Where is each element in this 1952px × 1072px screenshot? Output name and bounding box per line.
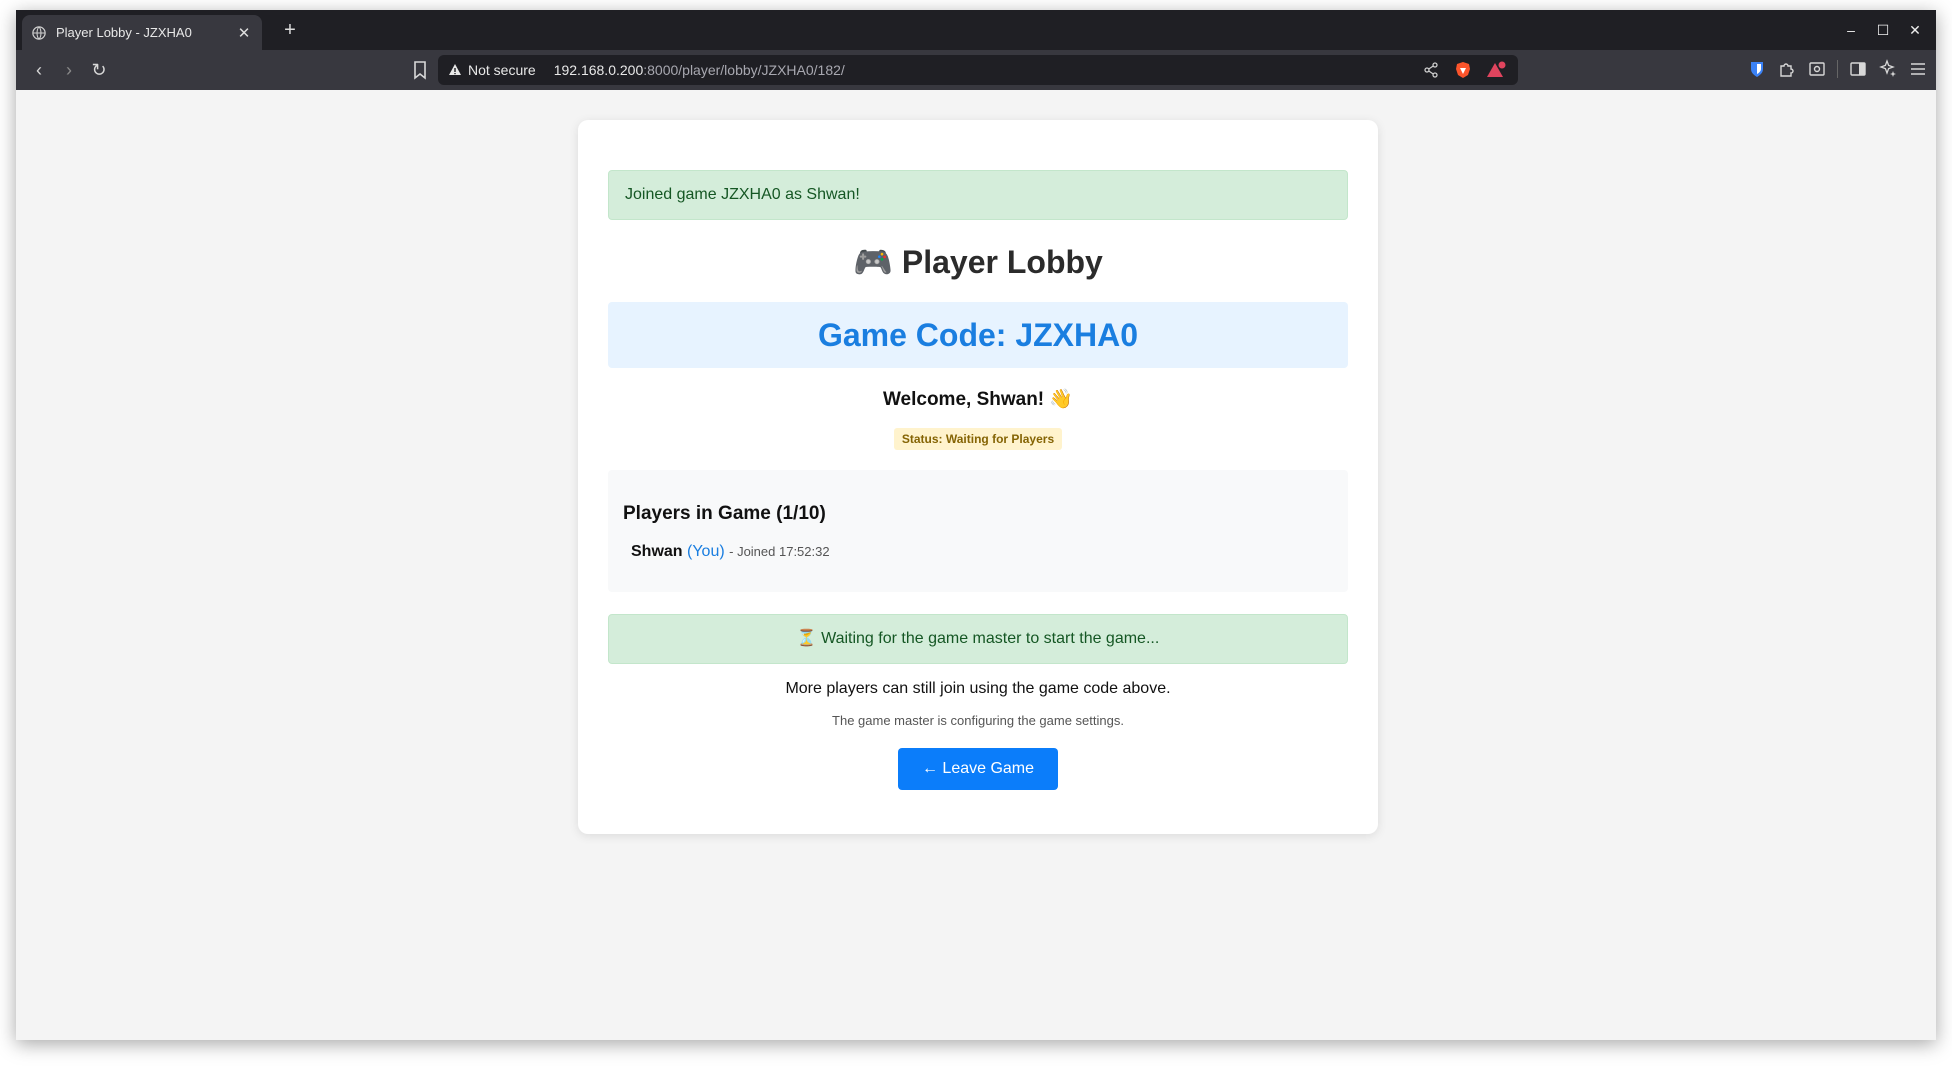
brave-rewards-icon[interactable] — [1486, 61, 1508, 79]
players-panel: Players in Game (1/10) Shwan (You) - Joi… — [608, 470, 1348, 592]
page-title: 🎮 Player Lobby — [853, 244, 1103, 280]
game-code-box: Game Code: JZXHA0 — [608, 302, 1348, 368]
lobby-card: Joined game JZXHA0 as Shwan! 🎮 Player Lo… — [578, 120, 1378, 834]
warning-icon — [449, 64, 461, 75]
players-heading: Players in Game (1/10) — [623, 503, 826, 524]
browser-toolbar: ‹ › ↻ Not secure 192.168.0.200:8000/play… — [16, 50, 1936, 90]
new-tab-button[interactable]: + — [278, 18, 302, 42]
globe-icon — [32, 25, 46, 40]
url-host: 192.168.0.200 — [553, 62, 644, 78]
address-bar-icons — [1422, 61, 1508, 79]
maximize-button[interactable]: ☐ — [1870, 18, 1896, 42]
tab-player-lobby[interactable]: Player Lobby - JZXHA0 ✕ — [22, 15, 262, 50]
extensions-puzzle-icon[interactable] — [1777, 59, 1797, 79]
url-text[interactable]: 192.168.0.200:8000/player/lobby/JZXHA0/1… — [554, 62, 1422, 78]
bookmark-icon[interactable] — [409, 59, 431, 81]
minimize-button[interactable]: – — [1838, 18, 1864, 42]
more-players-note: More players can still join using the ga… — [785, 680, 1171, 697]
extensions-bar — [1747, 59, 1928, 79]
menu-icon[interactable] — [1908, 59, 1928, 79]
back-button[interactable]: ‹ — [26, 57, 52, 83]
leo-ai-icon[interactable] — [1878, 59, 1898, 79]
sidebar-icon[interactable] — [1848, 59, 1868, 79]
waiting-message: ⏳ Waiting for the game master to start t… — [608, 614, 1348, 664]
configuring-note: The game master is configuring the game … — [832, 713, 1124, 728]
player-joined-time: - Joined 17:52:32 — [729, 544, 830, 559]
toolbar-separator — [1837, 60, 1838, 78]
reload-button[interactable]: ↻ — [86, 57, 112, 83]
tab-title: Player Lobby - JZXHA0 — [56, 25, 192, 40]
player-you-tag: (You) — [687, 543, 725, 560]
browser-window: Player Lobby - JZXHA0 ✕ + – ☐ ✕ ‹ › ↻ No… — [16, 10, 1936, 1040]
status-wrap: Status: Waiting for Players — [608, 428, 1348, 450]
screenshot-icon[interactable] — [1807, 59, 1827, 79]
window-controls: – ☐ ✕ — [1838, 18, 1928, 42]
brave-shield-icon[interactable] — [1454, 61, 1472, 79]
status-badge: Status: Waiting for Players — [893, 428, 1063, 450]
close-window-button[interactable]: ✕ — [1902, 18, 1928, 42]
tab-bar: Player Lobby - JZXHA0 ✕ + – ☐ ✕ — [16, 10, 1936, 50]
page-viewport: Joined game JZXHA0 as Shwan! 🎮 Player Lo… — [16, 90, 1936, 1040]
player-name: Shwan — [631, 543, 683, 560]
security-label[interactable]: Not secure — [468, 62, 536, 78]
leave-button-wrap: ← Leave Game — [608, 748, 1348, 790]
player-list-item: Shwan (You) - Joined 17:52:32 — [623, 542, 1333, 562]
joined-flash-message: Joined game JZXHA0 as Shwan! — [608, 170, 1348, 220]
url-path: :8000/player/lobby/JZXHA0/182/ — [643, 62, 845, 78]
address-bar[interactable]: Not secure 192.168.0.200:8000/player/lob… — [438, 55, 1518, 85]
leave-game-button[interactable]: ← Leave Game — [897, 748, 1059, 790]
share-icon[interactable] — [1422, 61, 1440, 79]
bitwarden-icon[interactable] — [1747, 59, 1767, 79]
welcome-heading: Welcome, Shwan! 👋 — [882, 389, 1074, 410]
tab-close-icon[interactable]: ✕ — [236, 24, 252, 42]
forward-button[interactable]: › — [56, 57, 82, 83]
